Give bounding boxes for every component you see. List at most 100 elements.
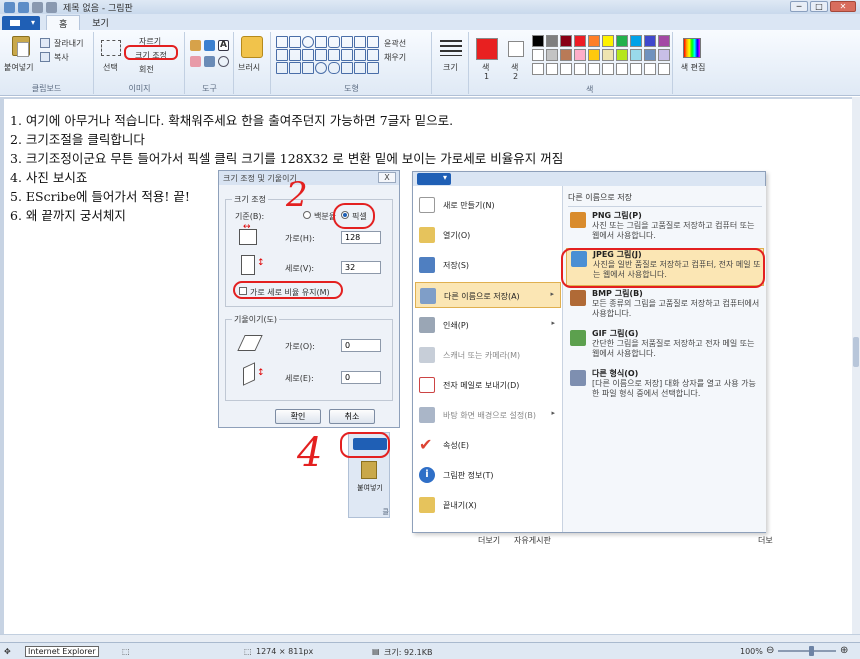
save-as-other[interactable]: 다른 형식(O) [다른 이름으로 저장] 대화 상자를 열고 사용 가능한 파일… xyxy=(566,368,764,404)
file-menu-button[interactable] xyxy=(2,16,40,30)
size-label[interactable]: 크기 xyxy=(443,62,458,73)
color2-swatch[interactable] xyxy=(508,41,524,57)
color1-swatch[interactable] xyxy=(476,38,498,60)
file-menu-item-new[interactable]: 새로 만들기(N) xyxy=(415,192,561,218)
color-swatch[interactable] xyxy=(574,63,586,75)
color-swatch[interactable] xyxy=(658,49,670,61)
line-shape-icon[interactable] xyxy=(276,36,288,48)
color-swatch[interactable] xyxy=(616,35,628,47)
edit-colors-label[interactable]: 색 편집 xyxy=(679,62,707,73)
zoom-slider-thumb[interactable] xyxy=(809,646,814,656)
file-menu-item-properties[interactable]: ✔ 속성(E) xyxy=(415,432,561,458)
file-menu-item-scanner[interactable]: 스캐너 또는 카메라(M) xyxy=(415,342,561,368)
minimize-button[interactable]: ─ xyxy=(790,1,808,12)
file-menu-item-desktop-bg[interactable]: 바탕 화면 배경으로 설정(B) ▸ xyxy=(415,402,561,428)
arrow-left-shape-icon[interactable] xyxy=(328,49,340,61)
undo-icon[interactable] xyxy=(32,1,43,13)
skew-v-input[interactable] xyxy=(341,371,381,384)
color-swatch[interactable] xyxy=(658,35,670,47)
color-swatch[interactable] xyxy=(644,63,656,75)
oval-shape-icon[interactable] xyxy=(302,36,314,48)
curve-shape-icon[interactable] xyxy=(289,36,301,48)
star5-shape-icon[interactable] xyxy=(276,62,288,74)
zoom-slider[interactable] xyxy=(778,650,836,652)
callout-cloud-shape-icon[interactable] xyxy=(328,62,340,74)
color-swatch[interactable] xyxy=(574,35,586,47)
polygon-shape-icon[interactable] xyxy=(341,36,353,48)
arrow-up-shape-icon[interactable] xyxy=(341,49,353,61)
dialog-close-button[interactable]: X xyxy=(378,172,396,183)
select-label[interactable]: 선택 xyxy=(103,62,118,73)
file-menu-item-print[interactable]: 인쇄(P) ▸ xyxy=(415,312,561,338)
color-swatch[interactable] xyxy=(644,49,656,61)
diamond-shape-icon[interactable] xyxy=(276,49,288,61)
file-menu-header-button[interactable] xyxy=(417,173,451,185)
tab-view[interactable]: 보기 xyxy=(80,15,121,30)
color-swatch[interactable] xyxy=(616,49,628,61)
color-swatch[interactable] xyxy=(588,49,600,61)
color-swatch[interactable] xyxy=(546,63,558,75)
eraser-icon[interactable] xyxy=(190,56,201,67)
color-picker-icon[interactable] xyxy=(204,56,215,67)
mini-paste-icon[interactable] xyxy=(361,461,377,479)
maximize-button[interactable]: □ xyxy=(810,1,828,12)
select-icon[interactable] xyxy=(101,40,121,56)
color-swatch[interactable] xyxy=(644,35,656,47)
brush-label[interactable]: 브러시 xyxy=(238,62,260,73)
paste-label[interactable]: 붙여넣기 xyxy=(4,62,33,73)
fill-bucket-icon[interactable] xyxy=(204,40,215,51)
color-swatch[interactable] xyxy=(602,63,614,75)
arrow-down-shape-icon[interactable] xyxy=(354,49,366,61)
color-swatch[interactable] xyxy=(546,35,558,47)
triangle-shape-icon[interactable] xyxy=(354,36,366,48)
color-swatch[interactable] xyxy=(532,49,544,61)
arrow-right-shape-icon[interactable] xyxy=(315,49,327,61)
file-menu-item-exit[interactable]: 끝내기(X) xyxy=(415,492,561,518)
file-menu-item-save[interactable]: 저장(S) xyxy=(415,252,561,278)
redo-icon[interactable] xyxy=(46,1,57,13)
size-icon[interactable] xyxy=(440,40,462,56)
edit-colors-icon[interactable] xyxy=(683,38,701,58)
shapes-gallery[interactable] xyxy=(276,36,379,76)
cut-label[interactable]: 잘라내기 xyxy=(54,38,83,49)
save-as-png[interactable]: PNG 그림(P) 사진 또는 그림을 고품질로 저장하고 컴퓨터 또는 웹에서 … xyxy=(566,210,764,246)
file-menu-item-open[interactable]: 열기(O) xyxy=(415,222,561,248)
color-swatch[interactable] xyxy=(546,49,558,61)
tab-home[interactable]: 홈 xyxy=(46,15,81,30)
zoom-out-button[interactable]: ⊖ xyxy=(766,645,774,656)
color-swatch[interactable] xyxy=(560,35,572,47)
skew-h-input[interactable] xyxy=(341,339,381,352)
color-palette[interactable] xyxy=(532,35,670,75)
outline-button[interactable]: 윤곽선 xyxy=(384,38,406,49)
text-tool-icon[interactable]: A xyxy=(218,40,229,51)
color-swatch[interactable] xyxy=(560,49,572,61)
close-button[interactable]: ✕ xyxy=(830,1,856,12)
color-swatch[interactable] xyxy=(602,35,614,47)
color-swatch[interactable] xyxy=(574,49,586,61)
star6-shape-icon[interactable] xyxy=(289,62,301,74)
callout-rect-shape-icon[interactable] xyxy=(302,62,314,74)
rotate-button[interactable]: 회전 xyxy=(139,64,154,75)
heart-shape-icon[interactable] xyxy=(341,62,353,74)
file-menu-item-email[interactable]: 전자 메일로 보내기(D) xyxy=(415,372,561,398)
vertical-input[interactable] xyxy=(341,261,381,274)
copy-icon[interactable] xyxy=(40,52,50,62)
vertical-scroll-thumb[interactable] xyxy=(853,337,859,367)
horizontal-input[interactable] xyxy=(341,231,381,244)
rect-shape-icon[interactable] xyxy=(315,36,327,48)
star4-shape-icon[interactable] xyxy=(367,49,379,61)
brush-icon[interactable] xyxy=(241,36,263,58)
color-swatch[interactable] xyxy=(658,63,670,75)
callout-oval-shape-icon[interactable] xyxy=(315,62,327,74)
right-triangle-shape-icon[interactable] xyxy=(367,36,379,48)
hexagon-shape-icon[interactable] xyxy=(302,49,314,61)
color-swatch[interactable] xyxy=(588,63,600,75)
color-swatch[interactable] xyxy=(630,63,642,75)
color-swatch[interactable] xyxy=(532,35,544,47)
ok-button[interactable]: 확인 xyxy=(275,409,321,424)
more-shapes-icon[interactable] xyxy=(367,62,379,74)
zoom-in-button[interactable]: ⊕ xyxy=(840,645,848,656)
copy-label[interactable]: 복사 xyxy=(54,52,69,63)
color-swatch[interactable] xyxy=(630,35,642,47)
file-menu-item-about[interactable]: i 그림판 정보(T) xyxy=(415,462,561,488)
